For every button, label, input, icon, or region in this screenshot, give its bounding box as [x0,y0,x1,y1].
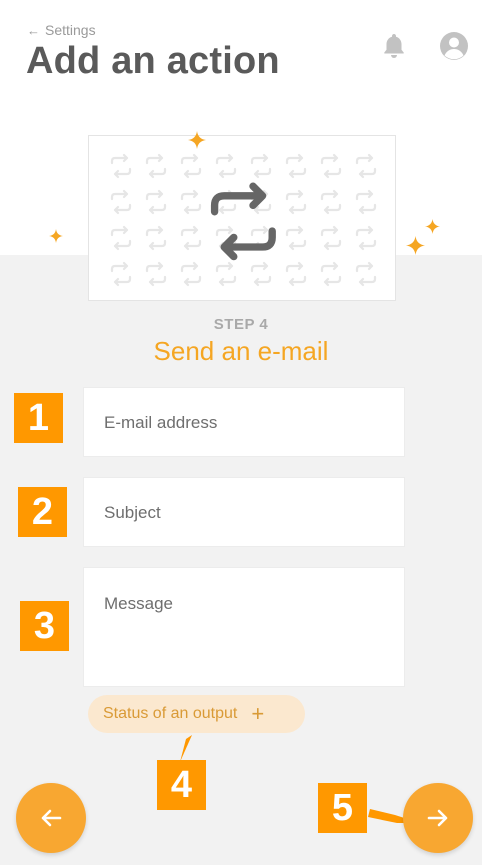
repeat-pattern-icon [320,189,342,215]
email-address-field[interactable]: E-mail address [83,387,405,457]
annotation-badge-2: 2 [18,487,67,537]
repeat-pattern-icon [145,189,167,215]
arrow-left-icon [41,809,62,827]
message-field[interactable]: Message [83,567,405,687]
repeat-pattern-icon [110,189,132,215]
bell-icon[interactable] [379,30,409,60]
repeat-pattern-icon [250,261,272,287]
annotation-badge-1: 1 [14,393,63,443]
annotation-badge-5: 5 [318,783,367,833]
next-button[interactable] [403,783,473,853]
repeat-pattern-icon [110,153,132,179]
repeat-pattern-icon [355,153,377,179]
back-to-settings-link[interactable]: ← Settings [27,22,96,38]
repeat-pattern-icon [145,261,167,287]
user-avatar-icon[interactable] [438,30,468,60]
back-button[interactable] [16,783,86,853]
page-title: Add an action [26,40,280,82]
repeat-pattern-icon [215,261,237,287]
subject-field[interactable]: Subject [83,477,405,547]
repeat-pattern-icon [145,225,167,251]
add-output-status-button[interactable]: Status of an output + [88,695,305,733]
repeat-pattern [110,153,377,287]
repeat-pattern-icon [285,225,307,251]
repeat-pattern-icon [215,153,237,179]
repeat-pattern-icon [180,153,202,179]
action-illustration [88,135,396,301]
repeat-pattern-icon [285,189,307,215]
repeat-pattern-icon [250,153,272,179]
sparkle-icon [406,236,425,255]
repeat-pattern-icon [180,261,202,287]
plus-icon: + [251,701,265,726]
repeat-pattern-icon [320,261,342,287]
repeat-pattern-icon [110,261,132,287]
annotation-badge-3: 3 [20,601,69,651]
sparkle-icon [49,229,63,243]
repeat-pattern-icon [320,153,342,179]
add-output-label: Status of an output [103,705,238,722]
repeat-pattern-icon [180,189,202,215]
back-link-label: Settings [45,22,96,38]
arrow-left-small-icon: ← [27,22,40,38]
page-header: ← Settings Add an action [4,0,482,96]
repeat-pattern-icon [320,225,342,251]
repeat-pattern-icon [110,225,132,251]
repeat-pattern-icon [145,153,167,179]
repeat-pattern-icon [355,225,377,251]
repeat-pattern-icon [285,261,307,287]
step-title: Send an e-mail [153,336,329,366]
annotation-arrow-4 [180,735,192,762]
step-number: STEP 4 [213,316,269,333]
repeat-icon [210,182,276,261]
repeat-pattern-icon [355,261,377,287]
repeat-pattern-icon [180,225,202,251]
arrow-right-icon [427,809,448,827]
repeat-pattern-icon [355,189,377,215]
repeat-pattern-icon [285,153,307,179]
sparkle-icon [188,131,206,149]
annotation-badge-4: 4 [157,760,206,810]
sparkle-icon [425,219,440,234]
